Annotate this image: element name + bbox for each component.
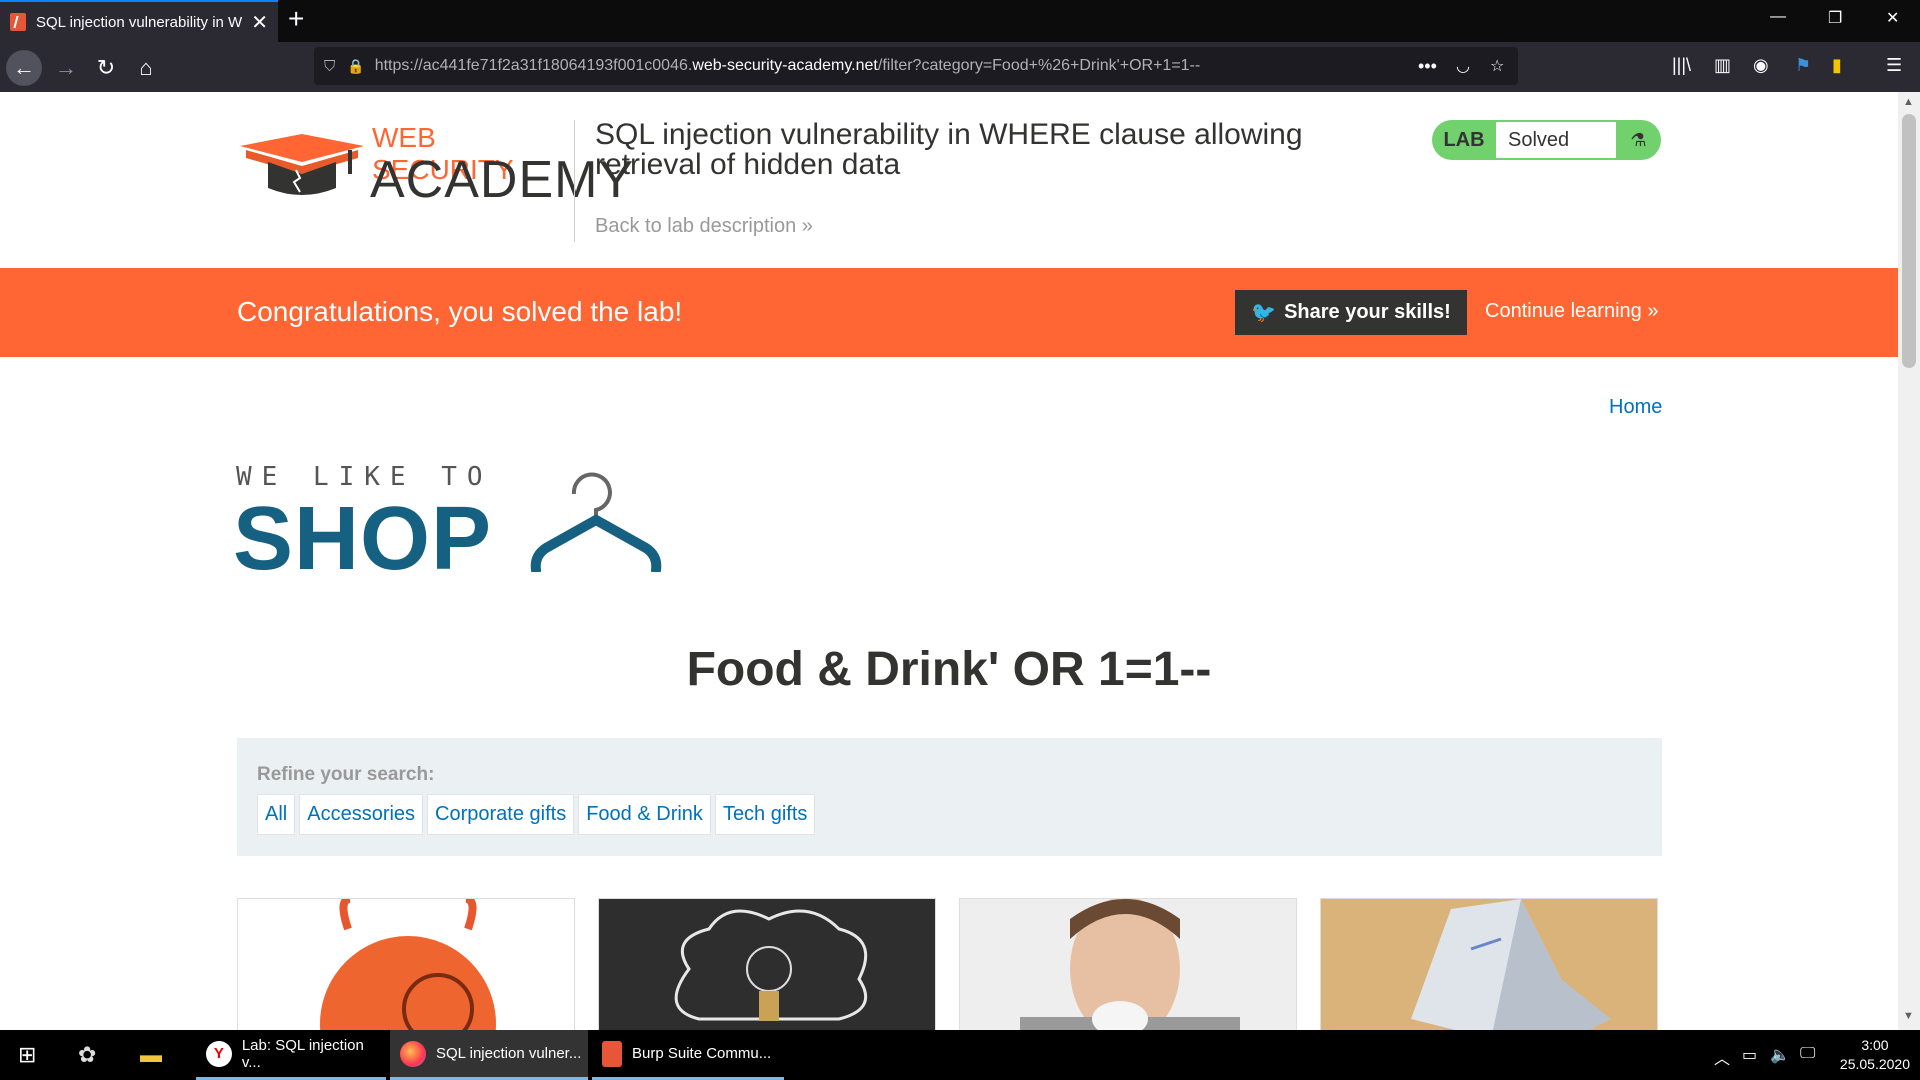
clock-date: 25.05.2020 xyxy=(1839,1056,1910,1072)
page-viewport: WEB SECURITY ACADEMY SQL injection vulne… xyxy=(0,92,1898,1030)
url-domain: web-security-academy.net xyxy=(692,57,878,74)
web-security-academy-logo[interactable]: WEB SECURITY ACADEMY xyxy=(238,122,633,222)
close-tab-icon[interactable]: ✕ xyxy=(251,10,268,35)
url-path: /filter?category=Food+%26+Drink'+OR+1=1-… xyxy=(877,57,1201,74)
extension-lang-icon[interactable]: ▮ xyxy=(1832,55,1842,76)
continue-learning-label: Continue learning xyxy=(1485,300,1642,322)
filter-link-tech-gifts[interactable]: Tech gifts xyxy=(714,794,816,835)
origami-image xyxy=(1411,899,1611,1030)
hanger-icon xyxy=(530,472,662,572)
home-link[interactable]: Home xyxy=(1609,396,1662,419)
page-actions-icon[interactable]: ••• xyxy=(1418,56,1437,77)
windows-start-icon[interactable]: ⊞ xyxy=(18,1042,36,1068)
taskbar-item-burp-suite[interactable]: Burp Suite Commu... xyxy=(592,1030,784,1080)
burp-favicon-icon xyxy=(10,13,26,31)
man-eating-image xyxy=(1020,899,1240,1030)
space-hopper-image xyxy=(320,899,496,1030)
volume-icon[interactable]: 🔈 xyxy=(1770,1045,1790,1065)
lab-title: SQL injection vulnerability in WHERE cla… xyxy=(595,118,1303,181)
mortarboard-icon xyxy=(240,134,364,195)
shield-icon[interactable]: ⛉ xyxy=(324,58,335,75)
refine-search-label: Refine your search: xyxy=(257,764,435,785)
category-title: Food & Drink' OR 1=1-- xyxy=(686,643,1212,696)
pocket-icon[interactable]: ◡ xyxy=(1456,56,1470,76)
clock-time: 3:00 xyxy=(1861,1037,1889,1053)
lightbulb-image xyxy=(674,909,868,1021)
taskbar-item-label: SQL injection vulner... xyxy=(436,1045,582,1062)
product-grid xyxy=(237,898,1662,1030)
congratulations-message: Congratulations, you solved the lab! xyxy=(237,296,683,327)
battery-icon[interactable]: ▭ xyxy=(1742,1045,1757,1065)
shop-logo-word: SHOP xyxy=(233,489,493,589)
page-scrollbar[interactable]: ▲ ▼ xyxy=(1898,92,1920,1030)
firefox-icon xyxy=(400,1040,426,1067)
menu-icon[interactable]: ☰ xyxy=(1886,55,1902,76)
academy-header: WEB SECURITY ACADEMY SQL injection vulne… xyxy=(0,92,1898,268)
product-card-lightbulb[interactable] xyxy=(598,898,936,1030)
library-icon[interactable]: |||\ xyxy=(1672,55,1691,76)
badge-lab-label: LAB xyxy=(1443,128,1485,151)
taskbar-item-label: Burp Suite Commu... xyxy=(632,1045,772,1062)
filter-link-accessories[interactable]: Accessories xyxy=(299,794,424,835)
flask-icon: ⚗ xyxy=(1630,129,1647,150)
scrollbar-thumb[interactable] xyxy=(1902,114,1916,368)
category-filter-links: All Accessories Corporate gifts Food & D… xyxy=(257,794,816,835)
network-icon[interactable]: 🖵 xyxy=(1800,1045,1815,1063)
share-skills-button[interactable]: 🐦 Share your skills! xyxy=(1235,290,1467,335)
yandex-browser-icon: Y xyxy=(206,1040,232,1067)
browser-tab-strip: SQL injection vulnerability in W ✕ + — ❐… xyxy=(0,0,1920,42)
filter-link-food-drink[interactable]: Food & Drink xyxy=(578,794,711,835)
product-card-origami[interactable] xyxy=(1320,898,1658,1030)
burp-suite-icon xyxy=(602,1040,622,1067)
url-prefix: https://ac441fe71f2a31f18064193f001c0046… xyxy=(374,57,693,74)
bookmark-star-icon[interactable]: ☆ xyxy=(1490,56,1504,76)
url-bar[interactable]: ⛉ 🔒 https://ac441fe71f2a31f18064193f001c… xyxy=(314,47,1518,85)
browser-toolbar: ← → ↻ ⌂ ⛉ 🔒 https://ac441fe71f2a31f18064… xyxy=(0,42,1920,92)
forward-icon[interactable]: → xyxy=(48,50,84,86)
minimize-icon[interactable]: — xyxy=(1770,8,1786,26)
tray-overflow-chevron-icon[interactable]: ︿ xyxy=(1714,1045,1730,1069)
lab-status-badge: LAB Solved ⚗ xyxy=(1432,120,1661,160)
system-clock[interactable]: 3:00 25.05.2020 xyxy=(1840,1036,1910,1074)
taskbar-item-label: Lab: SQL injection v... xyxy=(241,1036,364,1071)
lock-icon[interactable]: 🔒 xyxy=(347,58,364,75)
back-icon[interactable]: ← xyxy=(6,50,42,86)
window-close-icon[interactable]: ✕ xyxy=(1886,8,1899,28)
pinned-app-icon[interactable]: ✿ xyxy=(78,1042,96,1068)
taskbar-item-firefox[interactable]: SQL injection vulner... xyxy=(390,1030,588,1080)
filter-link-corporate-gifts[interactable]: Corporate gifts xyxy=(427,794,575,835)
share-skills-label: Share your skills! xyxy=(1284,301,1451,323)
we-like-to-shop-logo: WE LIKE TO SHOP xyxy=(233,462,676,589)
restore-icon[interactable]: ❐ xyxy=(1828,8,1842,28)
product-card-space-hopper[interactable] xyxy=(237,898,575,1030)
back-to-lab-description-link[interactable]: Back to lab description » xyxy=(595,215,813,238)
browser-tab-active[interactable]: SQL injection vulnerability in W ✕ xyxy=(0,0,278,42)
windows-taskbar: ⊞ ✿ ▬ Y Lab: SQL injection v... SQL inje… xyxy=(0,1030,1920,1080)
extension-flag-icon[interactable]: ⚑ xyxy=(1795,55,1811,76)
refine-search-panel: Refine your search: All Accessories Corp… xyxy=(237,738,1662,856)
back-link-label: Back to lab description xyxy=(595,215,797,237)
new-tab-icon[interactable]: + xyxy=(288,3,304,35)
filter-link-all[interactable]: All xyxy=(257,794,296,835)
double-chevron-right-icon: » xyxy=(1647,300,1659,322)
tab-title: SQL injection vulnerability in W xyxy=(36,13,243,31)
reload-icon[interactable]: ↻ xyxy=(88,50,124,86)
account-icon[interactable]: ◉ xyxy=(1753,55,1769,76)
continue-learning-link[interactable]: Continue learning » xyxy=(1485,300,1658,323)
home-icon[interactable]: ⌂ xyxy=(128,50,164,86)
header-divider xyxy=(574,120,575,242)
badge-status-text: Solved xyxy=(1496,122,1616,158)
sidebar-icon[interactable]: ▥ xyxy=(1714,55,1731,76)
product-card-man-eating[interactable] xyxy=(959,898,1297,1030)
taskbar-item-yandex[interactable]: Y Lab: SQL injection v... xyxy=(196,1030,386,1080)
file-explorer-icon[interactable]: ▬ xyxy=(140,1042,162,1068)
scroll-down-icon[interactable]: ▼ xyxy=(1903,1010,1914,1022)
solved-banner: Congratulations, you solved the lab! 🐦 S… xyxy=(0,268,1898,357)
twitter-icon: 🐦 xyxy=(1251,302,1277,324)
scroll-up-icon[interactable]: ▲ xyxy=(1903,96,1914,108)
double-chevron-right-icon: » xyxy=(801,215,813,237)
